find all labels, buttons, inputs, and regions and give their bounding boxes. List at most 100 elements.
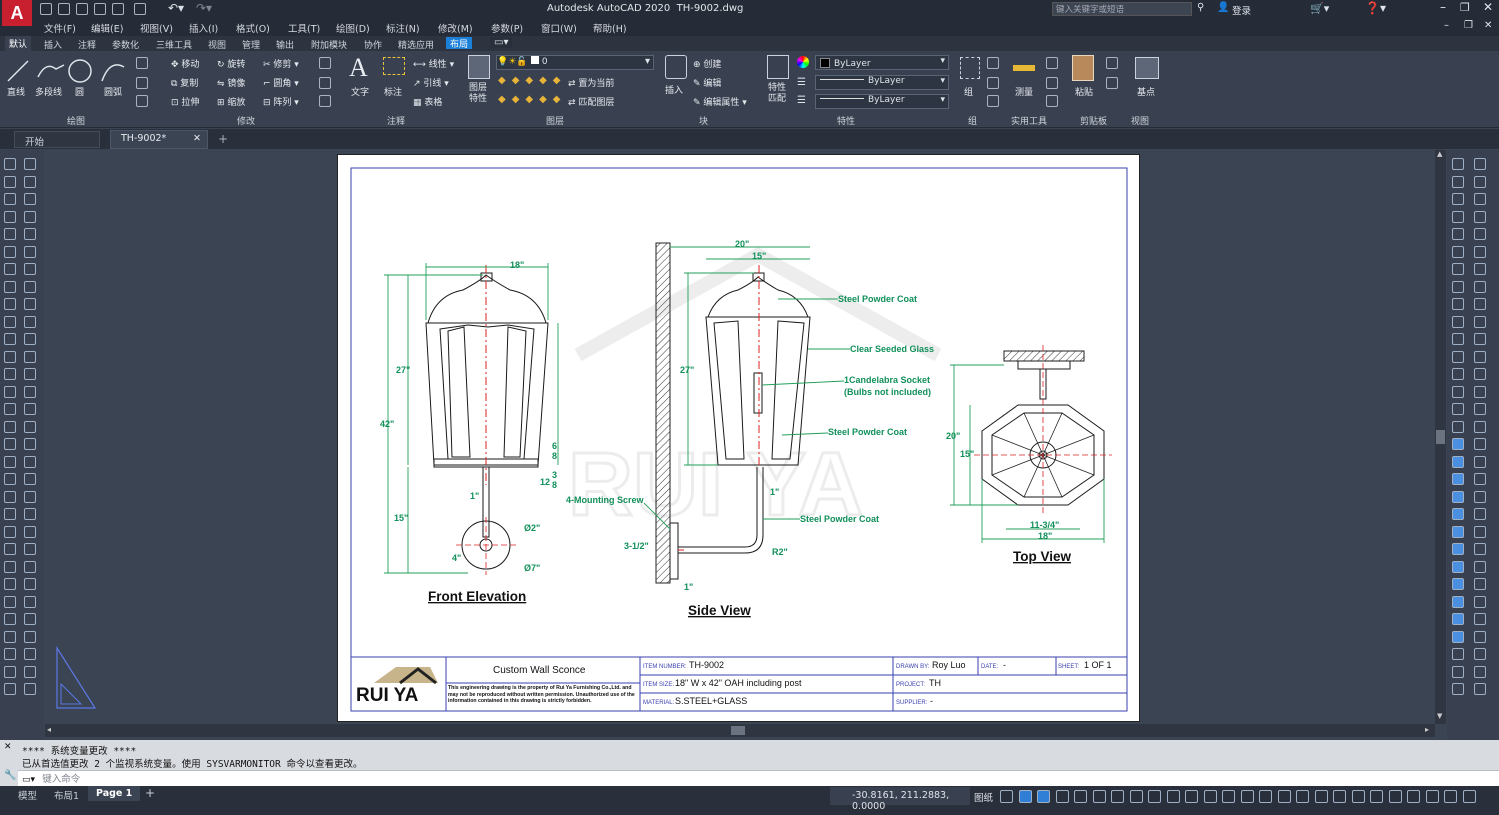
doc-minimize-icon[interactable]: – bbox=[1444, 20, 1449, 31]
3d-tool-icon[interactable] bbox=[1452, 578, 1464, 590]
command-input[interactable]: ▭▾ 键入命令 bbox=[18, 770, 1499, 786]
3d-tool-icon[interactable] bbox=[1474, 263, 1486, 275]
draw-tool-icon[interactable] bbox=[4, 350, 16, 363]
search-box[interactable]: 键入关键字或短语 bbox=[1052, 2, 1192, 16]
3d-tool-icon[interactable] bbox=[1452, 683, 1464, 695]
command-close-icon[interactable]: ✕ bbox=[4, 742, 12, 752]
doc-close-icon[interactable]: ✕ bbox=[1484, 20, 1492, 31]
tool-scale[interactable]: ⊞ 缩放 bbox=[217, 95, 245, 108]
offset-icon[interactable] bbox=[319, 95, 331, 107]
copy-clip-icon[interactable] bbox=[1106, 57, 1118, 69]
draw-tool-icon[interactable] bbox=[24, 525, 36, 538]
3d-tool-icon[interactable] bbox=[1474, 245, 1486, 258]
3d-tool-icon[interactable] bbox=[1474, 385, 1486, 398]
status-toggle-icon[interactable] bbox=[1037, 790, 1050, 803]
measure-tool-icon[interactable] bbox=[1013, 65, 1035, 71]
user-icon[interactable]: 👤 bbox=[1217, 2, 1229, 13]
3d-tool-icon[interactable] bbox=[1474, 508, 1486, 520]
status-toggle-icon[interactable] bbox=[1000, 790, 1013, 803]
drawing-canvas[interactable]: RUI YA 18" 42" 27" 15" 1" 4" Ø2" Ø7" 6 8… bbox=[338, 155, 1141, 723]
draw-tool-icon[interactable] bbox=[4, 490, 16, 503]
menu-insert[interactable]: 插入(I) bbox=[189, 21, 218, 35]
group-label-block[interactable]: 块 bbox=[699, 114, 708, 127]
undo-icon[interactable]: ↶▾ bbox=[168, 1, 184, 15]
draw-tool-icon[interactable] bbox=[4, 560, 16, 573]
horizontal-scrollbar[interactable]: ◂ ▸ bbox=[45, 724, 1435, 737]
tool-circle[interactable]: 圆 bbox=[75, 85, 84, 98]
3d-tool-icon[interactable] bbox=[1452, 403, 1464, 415]
draw-tool-icon[interactable] bbox=[24, 613, 36, 625]
status-toggle-icon[interactable] bbox=[1462, 790, 1476, 803]
3d-tool-icon[interactable] bbox=[1474, 578, 1486, 590]
3d-tool-icon[interactable] bbox=[1452, 490, 1464, 503]
tool-layer-properties[interactable]: 图层 特性 bbox=[469, 83, 493, 105]
draw-tool-icon[interactable] bbox=[24, 438, 36, 450]
3d-tool-icon[interactable] bbox=[1474, 560, 1486, 573]
tool-mirror[interactable]: ⇋ 镜像 bbox=[217, 76, 245, 89]
3d-tool-icon[interactable] bbox=[1452, 630, 1464, 643]
draw-tool-icon[interactable] bbox=[4, 210, 16, 223]
status-toggle-icon[interactable] bbox=[1222, 790, 1235, 803]
3d-tool-icon[interactable] bbox=[1452, 210, 1464, 223]
status-toggle-icon[interactable] bbox=[1370, 790, 1383, 803]
3d-tool-icon[interactable] bbox=[1474, 315, 1486, 328]
menu-file[interactable]: 文件(F) bbox=[44, 21, 76, 35]
redo-icon[interactable]: ↷▾ bbox=[196, 1, 212, 15]
add-layout-icon[interactable]: + bbox=[145, 786, 155, 800]
3d-tool-icon[interactable] bbox=[1474, 298, 1486, 310]
tool-group[interactable]: 组 bbox=[964, 85, 973, 98]
3d-tool-icon[interactable] bbox=[1474, 438, 1486, 450]
draw-tool-icon[interactable] bbox=[24, 648, 36, 660]
draw-tool-icon[interactable] bbox=[24, 473, 36, 485]
draw-tool-icon[interactable] bbox=[24, 263, 36, 275]
status-toggle-icon[interactable] bbox=[1388, 790, 1402, 803]
status-toggle-icon[interactable] bbox=[1018, 790, 1032, 803]
lineweight-dropdown[interactable]: ByLayer ▾ bbox=[815, 75, 949, 90]
draw-tool-icon[interactable] bbox=[24, 403, 36, 415]
group-label-utilities[interactable]: 实用工具 bbox=[1011, 114, 1047, 127]
draw-tool-icon[interactable] bbox=[4, 683, 16, 695]
match-properties-icon[interactable] bbox=[767, 55, 789, 79]
new-file-icon[interactable] bbox=[40, 3, 52, 15]
tool-fillet[interactable]: ⌐ 圆角 ▾ bbox=[263, 76, 299, 89]
tool-dimension[interactable]: 标注 bbox=[384, 85, 402, 98]
tool-match-properties[interactable]: 特性 匹配 bbox=[768, 83, 792, 105]
tab-close-icon[interactable]: ✕ bbox=[193, 133, 201, 144]
base-view-icon[interactable] bbox=[1135, 57, 1159, 79]
3d-tool-icon[interactable] bbox=[1474, 683, 1486, 695]
menu-draw[interactable]: 绘图(D) bbox=[336, 21, 370, 35]
group-edit-icon[interactable] bbox=[987, 77, 999, 89]
3d-tool-icon[interactable] bbox=[1474, 210, 1486, 223]
save-as-icon[interactable] bbox=[94, 3, 106, 15]
vertical-scrollbar[interactable]: ▲ ▼ bbox=[1435, 150, 1446, 724]
cut-icon[interactable] bbox=[1106, 77, 1118, 89]
menu-help[interactable]: 帮助(H) bbox=[593, 21, 627, 35]
draw-tool-icon[interactable] bbox=[24, 560, 36, 573]
tab-layout[interactable]: 布局 bbox=[446, 37, 473, 50]
tab-addins[interactable]: 附加模块 bbox=[311, 38, 347, 51]
search-binoculars-icon[interactable]: ⚲ bbox=[1197, 2, 1204, 13]
3d-tool-icon[interactable] bbox=[1452, 350, 1464, 363]
tab-insert[interactable]: 插入 bbox=[44, 38, 62, 51]
3d-tool-icon[interactable] bbox=[1474, 613, 1486, 625]
3d-tool-icon[interactable] bbox=[1474, 665, 1486, 678]
draw-tool-icon[interactable] bbox=[24, 420, 36, 433]
draw-tool-icon[interactable] bbox=[4, 368, 16, 380]
status-toggle-icon[interactable] bbox=[1314, 790, 1328, 803]
draw-tool-icon[interactable] bbox=[4, 648, 16, 660]
status-toggle-icon[interactable] bbox=[1203, 790, 1217, 803]
layout-tab-model[interactable]: 模型 bbox=[18, 788, 37, 802]
select-all-icon[interactable] bbox=[1046, 77, 1058, 89]
3d-tool-icon[interactable] bbox=[1474, 228, 1486, 240]
tool-polyline[interactable]: 多段线 bbox=[35, 85, 62, 98]
tool-trim[interactable]: ✂ 修剪 ▾ bbox=[263, 57, 299, 70]
minimize-icon[interactable]: – bbox=[1440, 0, 1446, 14]
tool-stretch[interactable]: ⊡ 拉伸 bbox=[171, 95, 199, 108]
group-label-view[interactable]: 视图 bbox=[1131, 114, 1149, 127]
insert-block-icon[interactable] bbox=[665, 55, 687, 79]
menu-window[interactable]: 窗口(W) bbox=[541, 21, 577, 35]
3d-tool-icon[interactable] bbox=[1474, 455, 1486, 468]
group-label-draw[interactable]: 绘图 bbox=[67, 114, 85, 127]
layout-tab-1[interactable]: 布局1 bbox=[54, 788, 79, 802]
draw-tool-icon[interactable] bbox=[4, 613, 16, 625]
